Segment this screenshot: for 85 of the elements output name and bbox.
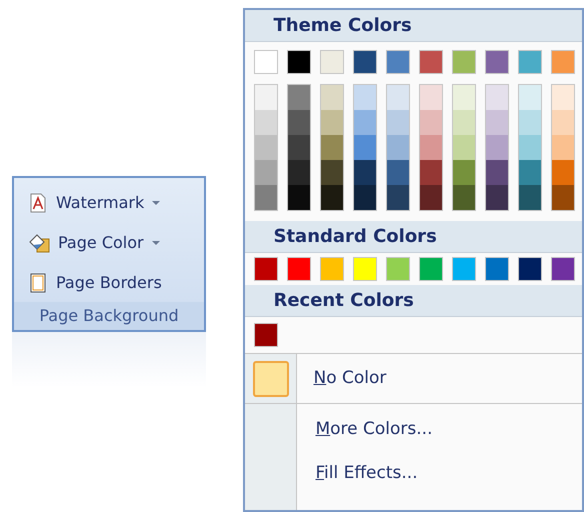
color-swatch[interactable]: [552, 135, 574, 160]
color-swatch[interactable]: [518, 257, 542, 281]
color-swatch[interactable]: [320, 50, 344, 74]
color-swatch[interactable]: [518, 50, 542, 74]
color-swatch[interactable]: [321, 185, 344, 210]
section-header: Standard Colors: [273, 225, 437, 249]
color-swatch[interactable]: [255, 110, 278, 135]
page-icon: [28, 273, 48, 293]
ribbon-button[interactable]: Page Borders: [28, 264, 190, 302]
color-swatch[interactable]: [419, 257, 444, 281]
color-swatch[interactable]: [354, 160, 376, 185]
color-swatch[interactable]: [321, 85, 344, 110]
color-swatch[interactable]: [387, 85, 410, 110]
color-swatch[interactable]: [420, 110, 442, 135]
color-swatch[interactable]: [453, 160, 476, 185]
color-swatch[interactable]: [255, 85, 278, 110]
color-swatch[interactable]: [288, 85, 310, 110]
color-swatch[interactable]: [453, 85, 476, 110]
color-swatch[interactable]: [254, 323, 278, 347]
color-swatch[interactable]: [386, 50, 410, 74]
color-swatch[interactable]: [254, 257, 278, 281]
color-swatch[interactable]: [420, 85, 442, 110]
color-swatch[interactable]: [519, 135, 542, 160]
color-swatch[interactable]: [353, 257, 378, 281]
color-swatch[interactable]: [255, 160, 278, 185]
color-swatch[interactable]: [551, 257, 576, 281]
color-swatch[interactable]: [552, 110, 574, 135]
color-swatch[interactable]: [321, 110, 344, 135]
ribbon-button[interactable]: Page Color: [28, 224, 190, 262]
color-swatch[interactable]: [551, 50, 576, 74]
color-swatch[interactable]: [254, 50, 278, 74]
color-swatch[interactable]: [519, 110, 542, 135]
color-swatch[interactable]: [321, 135, 344, 160]
color-swatch[interactable]: [486, 185, 508, 210]
color-swatch[interactable]: [288, 135, 310, 160]
color-swatch[interactable]: [288, 185, 310, 210]
color-swatch[interactable]: [255, 185, 278, 210]
color-swatch[interactable]: [485, 257, 510, 281]
color-swatch[interactable]: [552, 85, 574, 110]
watermark-icon: [28, 193, 48, 213]
color-swatch[interactable]: [519, 160, 542, 185]
menu-item[interactable]: More Colors...: [297, 414, 432, 446]
color-swatch[interactable]: [354, 135, 376, 160]
color-swatch[interactable]: [452, 257, 476, 281]
color-swatch[interactable]: [420, 160, 442, 185]
color-swatch[interactable]: [420, 135, 442, 160]
color-swatch[interactable]: [485, 50, 510, 74]
color-swatch[interactable]: [453, 185, 476, 210]
color-swatch[interactable]: [552, 185, 574, 210]
color-swatch[interactable]: [288, 110, 310, 135]
color-swatch[interactable]: [552, 160, 574, 185]
ribbon-button[interactable]: Watermark: [28, 184, 190, 222]
color-swatch[interactable]: [387, 110, 410, 135]
color-swatch[interactable]: [519, 185, 542, 210]
no-color-swatch[interactable]: [252, 360, 289, 396]
color-swatch[interactable]: [255, 135, 278, 160]
color-swatch[interactable]: [486, 160, 508, 185]
section-header: Recent Colors: [273, 289, 414, 313]
color-swatch[interactable]: [387, 160, 410, 185]
color-swatch[interactable]: [453, 110, 476, 135]
color-swatch[interactable]: [419, 50, 444, 74]
color-swatch[interactable]: [288, 160, 310, 185]
color-swatch[interactable]: [387, 135, 410, 160]
color-swatch[interactable]: [420, 185, 442, 210]
color-swatch[interactable]: [287, 50, 312, 74]
color-swatch[interactable]: [486, 135, 508, 160]
section-header: Theme Colors: [273, 14, 412, 38]
menu-item[interactable]: No Color: [297, 354, 386, 403]
menu-item[interactable]: Fill Effects...: [297, 458, 432, 490]
color-swatch[interactable]: [386, 257, 410, 281]
color-swatch[interactable]: [486, 110, 508, 135]
color-swatch[interactable]: [353, 50, 378, 74]
group-label: Page Background: [14, 302, 204, 330]
color-swatch[interactable]: [287, 257, 312, 281]
color-swatch[interactable]: [519, 85, 542, 110]
color-swatch[interactable]: [320, 257, 344, 281]
color-swatch[interactable]: [452, 50, 476, 74]
color-swatch[interactable]: [354, 85, 376, 110]
color-swatch[interactable]: [453, 135, 476, 160]
color-swatch[interactable]: [321, 160, 344, 185]
color-swatch[interactable]: [387, 185, 410, 210]
color-swatch[interactable]: [486, 85, 508, 110]
color-swatch[interactable]: [354, 185, 376, 210]
color-swatch[interactable]: [354, 110, 376, 135]
paint-bucket-icon: [28, 233, 50, 253]
